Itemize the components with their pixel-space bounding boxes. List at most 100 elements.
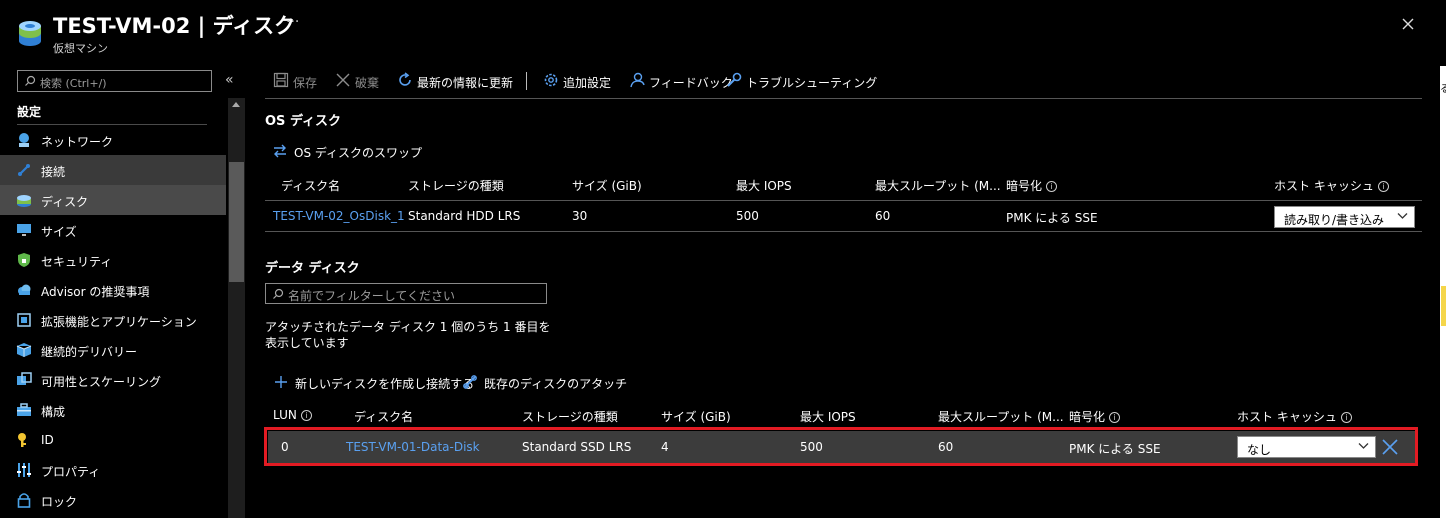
sidebar-item-connect[interactable]: 接続: [0, 155, 226, 185]
data-col-encryption: 暗号化 i: [1069, 408, 1121, 425]
os-col-max-iops: 最大 IOPS: [736, 179, 792, 193]
data-disk-throughput: 60: [938, 440, 954, 454]
os-host-cache-select[interactable]: 読み取り/書き込み: [1274, 206, 1415, 228]
page-title: TEST-VM-02 | ディスク: [53, 14, 296, 38]
data-disk-heading: データ ディスク: [265, 261, 360, 276]
data-col-max-throughput: 最大スループット (M...: [938, 410, 1064, 424]
background-blade-edge: る: [1440, 66, 1446, 518]
box-icon: [16, 343, 32, 357]
swap-icon: [274, 144, 286, 158]
close-icon[interactable]: [1398, 14, 1418, 34]
save-label: 保存: [293, 76, 318, 90]
sidebar-item-network[interactable]: ネットワーク: [0, 125, 226, 155]
sidebar-item-label: ネットワーク: [41, 135, 114, 149]
create-attach-disk-label: 新しいディスクを作成し接続する: [295, 377, 475, 391]
sidebar-item-label: プロパティ: [41, 465, 101, 479]
detach-disk-x-icon[interactable]: [1380, 437, 1400, 457]
refresh-label: 最新の情報に更新: [417, 76, 514, 90]
sidebar-item-identity[interactable]: ID: [0, 425, 226, 455]
data-host-cache-select[interactable]: なし: [1237, 436, 1376, 458]
info-icon[interactable]: i: [1377, 181, 1389, 192]
toolbar-divider: [265, 98, 1422, 99]
settings-section-label: 設定: [17, 105, 42, 119]
info-icon[interactable]: i: [1340, 412, 1352, 423]
info-icon[interactable]: i: [1046, 181, 1058, 192]
os-col-encryption: 暗号化 i: [1006, 177, 1058, 194]
network-icon: [19, 133, 29, 147]
sidebar-item-configuration[interactable]: 構成: [0, 395, 226, 425]
data-col-host-cache-label: ホスト キャッシュ: [1237, 410, 1337, 424]
data-col-host-cache: ホスト キャッシュ i: [1237, 408, 1352, 425]
sidebar-item-label: ロック: [41, 495, 78, 509]
sidebar-scrollbar[interactable]: [228, 98, 245, 518]
data-disk-size: 4: [661, 440, 669, 454]
info-icon[interactable]: i: [1109, 412, 1121, 423]
page-subtitle: 仮想マシン: [53, 42, 108, 55]
scrollbar-thumb[interactable]: [229, 162, 244, 282]
data-disk-name-link[interactable]: TEST-VM-01-Data-Disk: [346, 440, 480, 454]
sidebar-item-size[interactable]: サイズ: [0, 215, 226, 245]
data-disk-filter-input[interactable]: 名前でフィルターしてください: [265, 283, 547, 304]
search-placeholder: 検索 (Ctrl+/): [40, 77, 107, 90]
os-header-divider: [265, 200, 1422, 201]
data-host-cache-value: なし: [1247, 443, 1272, 457]
sidebar-search-input[interactable]: 検索 (Ctrl+/): [17, 70, 212, 92]
os-col-disk-name: ディスク名: [281, 179, 341, 193]
sidebar-item-advisor[interactable]: Advisor の推奨事項: [0, 275, 226, 305]
chevron-down-icon: [1358, 443, 1369, 449]
key-icon: [18, 433, 26, 447]
scroll-up-arrow-icon[interactable]: [232, 102, 240, 107]
sidebar-item-label: ID: [41, 433, 54, 447]
os-host-cache-value: 読み取り/書き込み: [1284, 213, 1385, 227]
properties-icon: [17, 463, 31, 477]
os-col-max-throughput: 最大スループット (M...: [875, 179, 1001, 193]
data-col-lun-label: LUN: [273, 408, 297, 422]
plus-icon: [275, 376, 287, 388]
data-disk-count-text: アタッチされたデータ ディスク 1 個のうち 1 番目を表示しています: [265, 320, 551, 350]
lock-icon: [17, 493, 31, 508]
os-disk-size: 30: [572, 209, 588, 223]
sidebar-item-continuous-delivery[interactable]: 継続的デリバリー: [0, 335, 226, 365]
collapse-sidebar-button[interactable]: «: [225, 72, 234, 88]
os-disk-iops: 500: [736, 209, 759, 223]
sidebar-item-label: 拡張機能とアプリケーション: [41, 315, 197, 329]
data-disk-iops: 500: [800, 440, 823, 454]
sidebar-item-label: Advisor の推奨事項: [41, 285, 150, 299]
extension-icon: [17, 313, 31, 327]
sidebar-item-label: ディスク: [41, 195, 89, 209]
discard-x-icon: [336, 73, 350, 87]
os-disk-name-link[interactable]: TEST-VM-02_OsDisk_1: [273, 209, 405, 223]
scale-icon: [17, 372, 32, 385]
os-disk-throughput: 60: [875, 209, 891, 223]
sidebar-item-security[interactable]: セキュリティ: [0, 245, 226, 275]
data-col-lun: LUN i: [273, 408, 312, 422]
data-col-disk-name: ディスク名: [354, 410, 414, 424]
feedback-label: フィードバック: [649, 76, 733, 90]
disk-icon: [17, 195, 31, 207]
background-notice-bar: [1441, 286, 1446, 326]
search-icon: [273, 288, 284, 299]
vm-disk-icon: [19, 21, 41, 46]
shield-icon: [18, 253, 30, 267]
os-row-divider: [265, 231, 1422, 232]
filter-placeholder: 名前でフィルターしてください: [288, 289, 456, 303]
sidebar-item-label: セキュリティ: [41, 255, 113, 269]
sidebar-item-locks[interactable]: ロック: [0, 485, 226, 515]
swap-os-disk-label: OS ディスクのスワップ: [294, 146, 423, 160]
sidebar-item-properties[interactable]: プロパティ: [0, 455, 226, 485]
ellipsis-icon[interactable]: ···: [286, 14, 299, 30]
attach-existing-disk-label: 既存のディスクのアタッチ: [484, 377, 628, 391]
attach-link-icon: [463, 375, 477, 389]
sidebar-item-extensions[interactable]: 拡張機能とアプリケーション: [0, 305, 226, 335]
info-icon[interactable]: i: [300, 410, 312, 421]
sidebar-item-label: 可用性とスケーリング: [41, 375, 162, 389]
data-disk-lun: 0: [281, 440, 289, 454]
os-col-encryption-label: 暗号化: [1006, 179, 1043, 193]
monitor-icon: [17, 224, 31, 236]
data-col-storage-type: ストレージの種類: [522, 410, 618, 424]
sidebar-item-availability[interactable]: 可用性とスケーリング: [0, 365, 226, 395]
os-disk-heading: OS ディスク: [265, 114, 342, 129]
sidebar-item-disks[interactable]: ディスク: [0, 185, 226, 215]
background-blade-text: る: [1440, 84, 1446, 95]
data-col-size: サイズ (GiB): [661, 410, 731, 424]
